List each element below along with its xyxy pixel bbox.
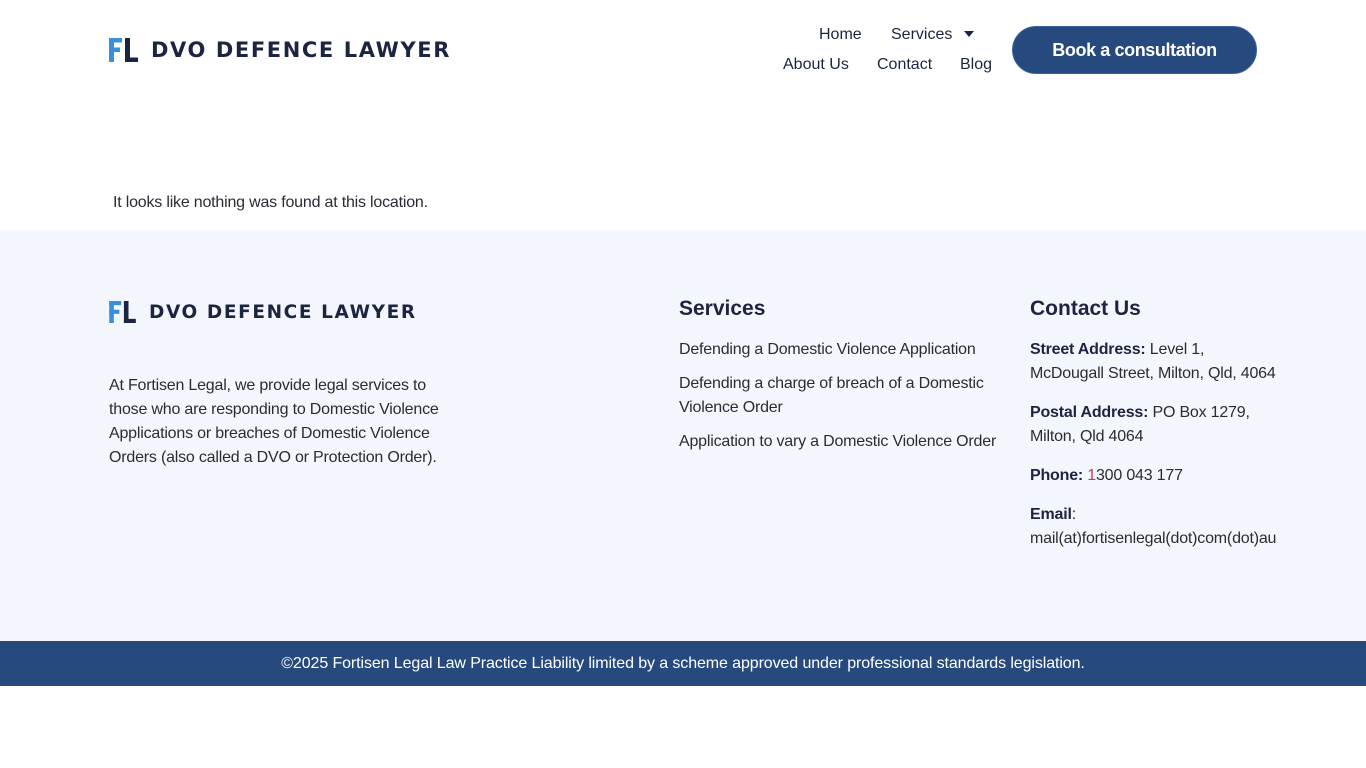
footer-about-text: At Fortisen Legal, we provide legal serv…	[109, 377, 439, 466]
email: Email: mail(at)fortisenlegal(dot)com(dot)…	[1030, 503, 1280, 551]
footer-services-list: Defending a Domestic Violence Applicatio…	[679, 338, 999, 464]
nav-services-label: Services	[891, 26, 953, 43]
not-found-message: It looks like nothing was found at this …	[113, 194, 428, 211]
phone: Phone: 1300 043 177	[1030, 464, 1280, 488]
nav-about-us[interactable]: About Us	[783, 56, 849, 74]
footer-logo[interactable]: DVO DEFENCE LAWYER	[109, 301, 417, 323]
footer-services-title: Services	[679, 297, 766, 320]
caret-down-icon[interactable]	[964, 30, 975, 37]
nav-contact[interactable]: Contact	[877, 56, 932, 74]
postal-address-label: Postal Address:	[1030, 404, 1149, 421]
site-logo[interactable]: DVO DEFENCE LAWYER	[109, 38, 451, 62]
footer-service-link[interactable]: Application to vary a Domestic Violence …	[679, 430, 999, 454]
footer-service-link[interactable]: Defending a Domestic Violence Applicatio…	[679, 338, 999, 362]
site-header: DVO DEFENCE LAWYER Home Services About U…	[0, 0, 1366, 100]
logo-text: DVO DEFENCE LAWYER	[151, 38, 451, 62]
footer-logo-text: DVO DEFENCE LAWYER	[149, 301, 417, 323]
phone-number[interactable]: 300 043 177	[1096, 467, 1183, 484]
footer-contact-title: Contact Us	[1030, 297, 1141, 320]
copyright-text: ©2025 Fortisen Legal Law Practice Liabil…	[281, 654, 1085, 672]
email-label: Email	[1030, 506, 1072, 523]
fl-monogram-icon	[109, 38, 138, 62]
nav-blog[interactable]: Blog	[960, 56, 992, 74]
nav-services[interactable]: Services	[891, 26, 975, 44]
phone-label: Phone:	[1030, 467, 1084, 484]
footer-contact-details: Street Address: Level 1, McDougall Stree…	[1030, 338, 1280, 566]
phone-first-digit[interactable]: 1	[1087, 467, 1096, 484]
book-consultation-button[interactable]: Book a consultation	[1012, 26, 1257, 74]
street-address: Street Address: Level 1, McDougall Stree…	[1030, 338, 1280, 386]
fl-monogram-icon	[109, 301, 136, 323]
footer-service-link[interactable]: Defending a charge of breach of a Domest…	[679, 372, 999, 420]
main-nav: Home Services About Us Contact Blog	[762, 22, 992, 78]
nav-home[interactable]: Home	[819, 26, 862, 44]
copyright-bar: ©2025 Fortisen Legal Law Practice Liabil…	[0, 641, 1366, 686]
site-footer: DVO DEFENCE LAWYER At Fortisen Legal, we…	[0, 230, 1366, 641]
email-separator: :	[1071, 506, 1076, 523]
postal-address: Postal Address: PO Box 1279, Milton, Qld…	[1030, 401, 1280, 449]
street-address-label: Street Address:	[1030, 341, 1146, 358]
email-value: mail(at)fortisenlegal(dot)com(dot)au	[1030, 530, 1277, 547]
